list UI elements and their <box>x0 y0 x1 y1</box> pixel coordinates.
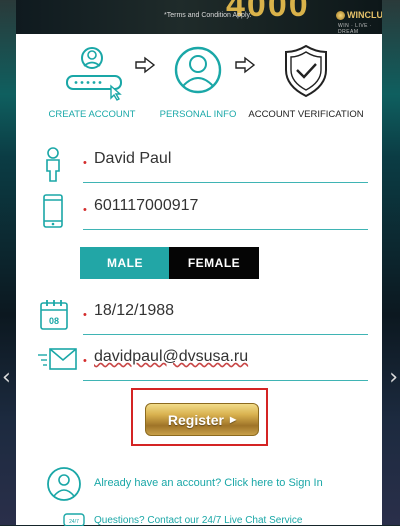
id-card-icon <box>66 47 122 101</box>
coin-icon <box>336 10 345 20</box>
live-chat-link[interactable]: Questions? Contact our 24/7 Live Chat Se… <box>94 515 302 526</box>
name-field[interactable]: • David Paul <box>38 145 368 183</box>
dob-input[interactable]: 18/12/1988 <box>94 302 174 320</box>
gender-female-button[interactable]: FEMALE <box>169 247 259 279</box>
gender-male-button[interactable]: MALE <box>80 247 170 279</box>
input-underline <box>83 229 368 230</box>
step-create-account: CREATE ACCOUNT <box>46 40 138 120</box>
input-underline <box>83 380 368 381</box>
email-field[interactable]: • davidpaul@dvsusa.ru <box>38 343 368 381</box>
phone-input[interactable]: 601117000917 <box>94 197 198 215</box>
question-row[interactable]: 24/7 Questions? Contact our 24/7 Live Ch… <box>58 512 378 526</box>
input-underline <box>83 182 368 183</box>
required-mark: • <box>83 157 87 169</box>
calendar-day: 08 <box>49 316 59 326</box>
backdrop-left <box>0 0 16 525</box>
mobile-phone-icon <box>43 194 63 228</box>
step-label-create-account: CREATE ACCOUNT <box>48 109 136 120</box>
signin-link[interactable]: Already have an account? Click here to S… <box>94 477 323 489</box>
arrow-right-icon <box>135 56 156 74</box>
terms-note: *Terms and Condition Apply. <box>164 12 252 19</box>
person-circle-icon <box>174 46 222 94</box>
promo-banner[interactable]: 4000 *Terms and Condition Apply. WINCLUB… <box>16 0 382 34</box>
required-mark: • <box>83 355 87 367</box>
play-triangle-icon: ▶ <box>229 415 237 424</box>
carousel-prev-icon[interactable]: ‹ <box>2 365 11 390</box>
dob-field[interactable]: 08 • 18/12/1988 <box>38 297 368 335</box>
brand-name: WINCLUB88 <box>347 10 382 20</box>
brand-logo: WINCLUB88 <box>336 10 382 20</box>
register-button[interactable]: Register ▶ <box>145 403 259 436</box>
person-icon <box>46 147 60 182</box>
step-label-personal-info: PERSONAL INFO <box>159 109 237 120</box>
step-indicator: CREATE ACCOUNT PERSONAL INFO ACCOUNT VER… <box>16 34 382 124</box>
step-personal-info: PERSONAL INFO <box>158 40 238 120</box>
step-label-account-verification: ACCOUNT VERIFICATION <box>248 109 364 120</box>
chat-bubble-icon: 24/7 <box>63 513 85 526</box>
registration-card: CREATE ACCOUNT PERSONAL INFO ACCOUNT VER… <box>16 34 382 526</box>
shield-check-icon <box>285 44 327 98</box>
register-label: Register <box>167 411 224 428</box>
required-mark: • <box>83 309 87 321</box>
email-input[interactable]: davidpaul@dvsusa.ru <box>94 348 248 366</box>
phone-field[interactable]: • 601117000917 <box>38 192 368 230</box>
input-underline <box>83 334 368 335</box>
required-mark: • <box>83 204 87 216</box>
signin-row[interactable]: Already have an account? Click here to S… <box>46 466 376 502</box>
chat-icon-text: 24/7 <box>69 519 79 525</box>
brand-tagline: WIN · LIVE · DREAM <box>338 23 373 34</box>
backdrop-right <box>382 0 400 525</box>
calendar-icon: 08 <box>40 300 68 330</box>
step-account-verification: ACCOUNT VERIFICATION <box>242 40 370 120</box>
user-circle-icon <box>47 467 81 501</box>
carousel-next-icon[interactable]: › <box>389 365 398 390</box>
envelope-icon <box>38 348 77 370</box>
name-input[interactable]: David Paul <box>94 150 171 168</box>
